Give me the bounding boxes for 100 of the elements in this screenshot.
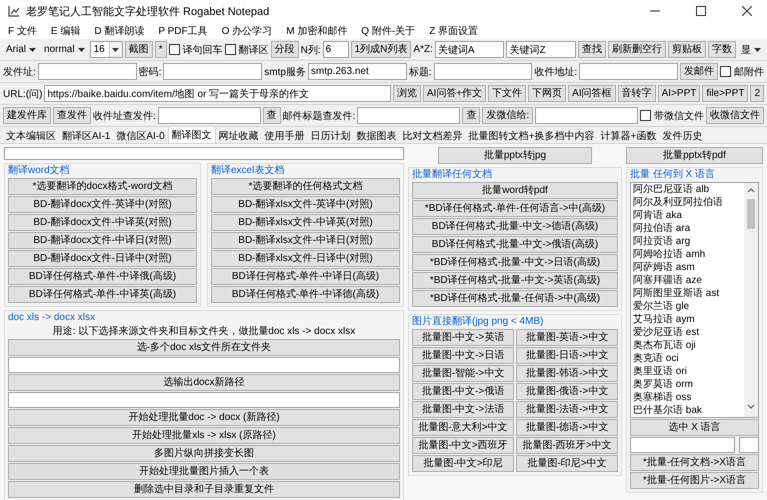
action-button[interactable]: 批量图-西班牙>中文	[516, 437, 618, 454]
list-item[interactable]: 奥克语 oci	[631, 352, 744, 365]
action-button[interactable]: BD译任何格式-批量-中文->俄语(高级)	[412, 236, 618, 253]
list-item[interactable]: 艾马拉语 aym	[631, 313, 744, 326]
menu-item[interactable]: F 文件	[8, 24, 37, 38]
action-button[interactable]: BD译任何格式-单件-中译俄(高级)	[8, 268, 197, 285]
action-button[interactable]: *选要翻译的任何格式文档	[211, 178, 400, 195]
checkbox-label[interactable]: 邮附件	[734, 64, 764, 78]
menu-item[interactable]: E 编辑	[50, 24, 80, 38]
action-button[interactable]: 批量图-中文->英语	[412, 329, 514, 346]
toolbar-button[interactable]: 收微信文件	[706, 107, 764, 124]
dropdown[interactable]: normal	[41, 41, 88, 58]
list-item[interactable]: 奥杰布瓦语 oji	[631, 339, 744, 352]
action-button[interactable]: 批量图-中文>印尼	[412, 455, 514, 472]
input-field[interactable]	[535, 107, 638, 124]
action-button[interactable]: 批量word转pdf	[412, 182, 618, 199]
checkbox-label[interactable]: 译句回车	[182, 42, 223, 56]
action-button[interactable]: *BD译任何格式-批量-中文->英语(高级)	[412, 272, 618, 289]
list-item[interactable]: 阿拉伯语 ara	[631, 222, 744, 235]
input-field[interactable]	[739, 437, 759, 453]
action-button[interactable]: *BD译任何格式-批量-中文->日语(高级)	[412, 254, 618, 271]
input-field[interactable]	[579, 63, 678, 80]
action-button[interactable]: 批量图-法语->中文	[516, 401, 618, 418]
list-item[interactable]: 奥罗莫语 orm	[631, 378, 744, 391]
action-button[interactable]: 选中 X 语言	[630, 419, 759, 436]
action-button[interactable]: BD-翻译xlsx文件-英译中(对照)	[211, 196, 400, 213]
list-item[interactable]: 阿尔及利亚阿拉伯语	[631, 196, 744, 209]
combo-box[interactable]: 16	[90, 41, 123, 58]
toolbar-button[interactable]: 剪贴板	[668, 41, 706, 58]
tab[interactable]: 日历计划	[308, 128, 354, 143]
input-field[interactable]	[4, 147, 404, 160]
action-button[interactable]: BD-翻译docx文件-英译中(对照)	[8, 196, 197, 213]
list-item[interactable]: 奥里亚语 ori	[631, 365, 744, 378]
toolbar-button[interactable]: 查发件	[53, 107, 91, 124]
checkbox-label[interactable]: 带微信文件	[654, 108, 704, 122]
input-field[interactable]	[630, 437, 735, 453]
toolbar-button[interactable]: 字数	[708, 41, 736, 58]
input-field[interactable]: 6	[322, 41, 349, 58]
toolbar-button[interactable]: 浏览	[392, 85, 421, 102]
action-button[interactable]: BD-翻译xlsx文件-中译日(对照)	[211, 232, 400, 249]
toolbar-button[interactable]: 下网页	[528, 85, 566, 102]
checkbox[interactable]	[168, 44, 180, 55]
tab[interactable]: 批量图转文档+换多档中内容	[466, 128, 598, 143]
action-button[interactable]: 批量图-英语->中文	[516, 329, 618, 346]
tab[interactable]: 翻译区AI-1	[59, 128, 114, 143]
tab[interactable]: 计算器+函数	[598, 128, 660, 143]
toolbar-button[interactable]: AI问答框	[568, 85, 616, 102]
action-button[interactable]: 批量图-韩语->中文	[516, 365, 618, 382]
action-button[interactable]: *批量-任何文档->X语言	[630, 454, 759, 471]
action-button[interactable]: 选输出docx新路径	[8, 374, 400, 391]
toolbar-button[interactable]: 查	[462, 107, 480, 124]
action-button[interactable]: 批量图-日语->中文	[516, 347, 618, 364]
toolbar-button[interactable]: 2	[750, 85, 764, 102]
list-item[interactable]: 巴什基尔语 bak	[631, 404, 744, 417]
action-button[interactable]: 多图片纵向拼接变长图	[8, 445, 400, 462]
toolbar-button[interactable]: 发邮件	[680, 63, 718, 80]
maximize-icon[interactable]	[696, 6, 706, 16]
toolbar-button[interactable]: 查	[262, 107, 281, 124]
menu-item[interactable]: O 办公学习	[222, 24, 272, 38]
toolbar-button[interactable]: 1列成N列表	[350, 41, 412, 58]
toolbar-button[interactable]: AI问答+作文	[422, 85, 486, 102]
action-button[interactable]: *BD译任何格式-批量-任何语->中(高级)	[412, 290, 618, 307]
action-button[interactable]: 选-多个doc xls文件所在文件夹	[8, 339, 400, 356]
action-button[interactable]: BD-翻译docx文件-中译日(对照)	[8, 232, 197, 249]
action-button[interactable]: 批量图-意大利>中文	[412, 419, 514, 436]
input-field[interactable]	[357, 107, 460, 124]
scrollbar[interactable]	[744, 183, 758, 417]
menu-item[interactable]: M 加密和邮件	[286, 24, 348, 38]
checkbox[interactable]	[640, 110, 652, 121]
toolbar-button[interactable]: 截图	[124, 41, 153, 58]
tab[interactable]: 使用手册	[262, 128, 308, 143]
toolbar-button[interactable]: 建发件库	[3, 107, 51, 124]
action-button[interactable]: BD-翻译xlsx文件-日译中(对照)	[211, 250, 400, 267]
input-field[interactable]: 关键词Z	[506, 41, 576, 58]
toolbar-button[interactable]: 分段	[270, 41, 299, 58]
action-button[interactable]: BD译任何格式-单件-中译日(高级)	[211, 268, 400, 285]
action-button[interactable]: 批量图-中文->日语	[412, 347, 514, 364]
action-button[interactable]: 批量图-智能->中文	[412, 365, 514, 382]
action-button[interactable]: 批量图-中文>西班牙	[412, 437, 514, 454]
toolbar-button[interactable]: 刷新删空行	[608, 41, 666, 58]
action-button[interactable]: 批量图-中文->法语	[412, 401, 514, 418]
menu-item[interactable]: Z 界面设置	[429, 24, 478, 38]
action-button[interactable]: 批量图-中文->俄语	[412, 383, 514, 400]
action-button[interactable]: BD-翻译docx文件-日译中(对照)	[8, 250, 197, 267]
checkbox[interactable]	[224, 44, 236, 55]
action-button[interactable]: 开始处理批量doc -> docx (新路径)	[8, 409, 400, 426]
tab[interactable]: 翻译图文	[168, 126, 216, 143]
toolbar-button[interactable]: 下文件	[488, 85, 526, 102]
input-field[interactable]	[8, 357, 400, 373]
action-button[interactable]: 开始处理批量图片插入一个表	[8, 463, 400, 480]
action-button[interactable]: 批量图-印尼>中文	[516, 455, 618, 472]
action-button[interactable]: BD译任何格式-单件-中译德(高级)	[211, 286, 400, 303]
tab[interactable]: 数据图表	[354, 128, 400, 143]
list-item[interactable]: 阿姆哈拉语 amh	[631, 248, 744, 261]
action-button[interactable]: 批量图-俄语->中文	[516, 383, 618, 400]
tab[interactable]: 发件历史	[659, 128, 706, 143]
toolbar-button[interactable]: 发微信给:	[482, 107, 534, 124]
tab[interactable]: 比对文档差异	[400, 128, 466, 143]
list-item[interactable]: 阿萨姆语 asm	[631, 261, 744, 274]
menu-item[interactable]: Q 附件-关于	[361, 24, 416, 38]
